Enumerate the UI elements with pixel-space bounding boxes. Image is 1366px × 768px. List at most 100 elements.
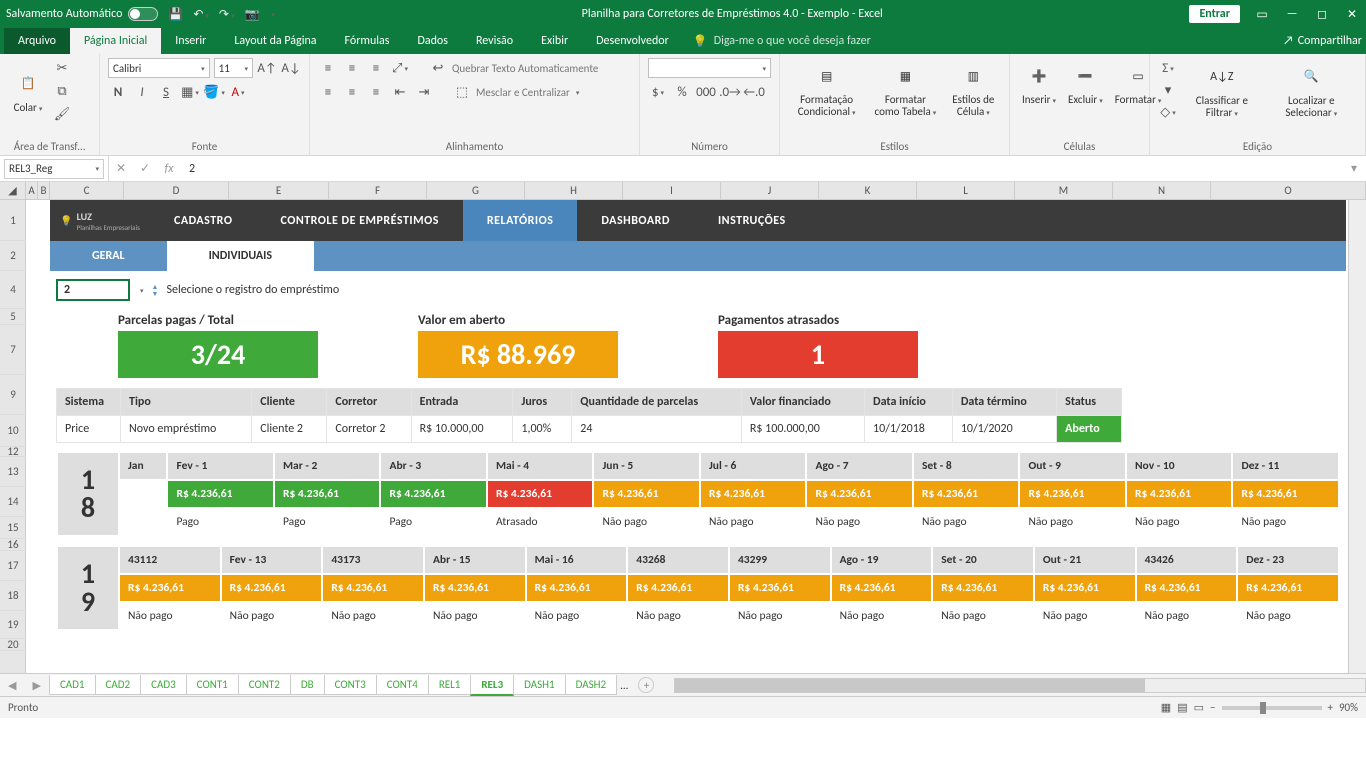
td-status[interactable]: Aberto <box>1057 416 1122 443</box>
mon[interactable]: 43112 <box>119 546 221 574</box>
stat[interactable]: Não pago <box>1237 602 1339 630</box>
register-spinner[interactable]: ▲▼ <box>152 283 159 297</box>
format-painter-icon[interactable]: 🖌 <box>52 104 72 124</box>
view-layout-icon[interactable]: ▤ <box>1177 701 1187 714</box>
row-16[interactable]: 16 <box>0 539 26 551</box>
stat[interactable] <box>119 508 167 536</box>
font-color-button[interactable]: A▾ <box>228 82 248 102</box>
val[interactable]: R$ 4.236,61 <box>119 574 221 602</box>
col-D[interactable]: D <box>124 182 229 199</box>
ribbon-display-icon[interactable]: ▭ <box>1254 7 1270 21</box>
stat[interactable]: Não pago <box>729 602 831 630</box>
zoom-out-icon[interactable]: − <box>1210 701 1215 714</box>
font-name-select[interactable]: Calibri▾ <box>108 58 210 78</box>
find-select-button[interactable]: 🔍Localizar e Selecionar▾ <box>1266 59 1357 121</box>
stat[interactable]: Atrasado <box>487 508 594 536</box>
sheet-tab[interactable]: CONT2 <box>238 675 291 695</box>
sort-filter-button[interactable]: A↓ZClassificar e Filtrar▾ <box>1182 59 1262 121</box>
stat[interactable]: Não pago <box>593 508 700 536</box>
mon[interactable]: 43299 <box>729 546 831 574</box>
mon[interactable]: Ago - 19 <box>831 546 933 574</box>
val[interactable]: R$ 4.236,61 <box>1126 480 1233 508</box>
col-J[interactable]: J <box>721 182 819 199</box>
currency-icon[interactable]: $▾ <box>648 82 668 102</box>
td-juros[interactable]: 1,00% <box>513 416 572 443</box>
row-14[interactable]: 14 <box>0 487 26 517</box>
paste-button[interactable]: 📋 Colar▾ <box>8 66 48 116</box>
cancel-fx-icon[interactable]: ✕ <box>109 161 133 176</box>
maximize-icon[interactable]: ◻ <box>1314 7 1330 21</box>
comma-icon[interactable]: 000 <box>696 82 716 102</box>
orientation-icon[interactable]: ⤢▾ <box>390 58 410 78</box>
mon[interactable]: 43426 <box>1136 546 1238 574</box>
row-9[interactable]: 9 <box>0 375 26 415</box>
stat[interactable]: Não pago <box>424 602 526 630</box>
val[interactable] <box>119 480 167 508</box>
stat[interactable]: Pago <box>380 508 487 536</box>
mon[interactable]: Jan <box>119 452 167 480</box>
autosave-toggle[interactable] <box>128 7 158 21</box>
sheet-tab-active[interactable]: REL3 <box>470 675 514 696</box>
stat[interactable]: Não pago <box>913 508 1020 536</box>
mon[interactable]: Mar - 2 <box>274 452 381 480</box>
col-B[interactable]: B <box>38 182 50 199</box>
autosum-icon[interactable]: Σ▾ <box>1158 58 1178 78</box>
redo-icon[interactable]: ↷▾ <box>219 7 235 22</box>
row-13[interactable]: 13 <box>0 457 26 487</box>
bold-button[interactable]: N <box>108 82 128 102</box>
nav-dashboard[interactable]: DASHBOARD <box>577 200 694 241</box>
stat[interactable]: Pago <box>274 508 381 536</box>
row-10[interactable]: 10 <box>0 415 26 447</box>
sheet-tab[interactable]: CAD3 <box>140 675 187 695</box>
format-table-button[interactable]: ▦Formatar como Tabela▾ <box>869 58 941 120</box>
fill-icon[interactable]: ▾ <box>1158 80 1178 100</box>
sheet-tab[interactable]: CAD2 <box>95 675 142 695</box>
mon[interactable]: Fev - 13 <box>221 546 323 574</box>
mon[interactable]: Set - 8 <box>913 452 1020 480</box>
horizontal-scrollbar[interactable] <box>674 678 1366 693</box>
sheet-tab[interactable]: DB <box>290 675 325 695</box>
td-valorfin[interactable]: R$ 100.000,00 <box>741 416 864 443</box>
mon[interactable]: Jul - 6 <box>700 452 807 480</box>
td-sistema[interactable]: Price <box>57 416 121 443</box>
layout-tab[interactable]: Layout da Página <box>220 28 330 54</box>
val[interactable]: R$ 4.236,61 <box>831 574 933 602</box>
val[interactable]: R$ 4.236,61 <box>806 480 913 508</box>
cell-styles-button[interactable]: ▥Estilos de Célula▾ <box>946 58 1001 120</box>
row-12[interactable]: 12 <box>0 447 26 457</box>
mon[interactable]: Dez - 23 <box>1237 546 1339 574</box>
signin-button[interactable]: Entrar <box>1189 5 1240 23</box>
row-15[interactable]: 15 <box>0 517 26 539</box>
expand-formula-icon[interactable]: ▾ <box>1342 161 1366 176</box>
val[interactable]: R$ 4.236,61 <box>627 574 729 602</box>
inc-decimal-icon[interactable]: .0→ <box>720 82 740 102</box>
sheet-tab[interactable]: CONT1 <box>186 675 239 695</box>
vertical-scrollbar[interactable] <box>1348 200 1366 673</box>
stat[interactable]: Não pago <box>119 602 221 630</box>
decrease-font-icon[interactable]: A↓ <box>281 58 301 78</box>
col-K[interactable]: K <box>819 182 917 199</box>
sheet-tab[interactable]: DASH1 <box>513 675 565 695</box>
col-F[interactable]: F <box>329 182 427 199</box>
td-datafim[interactable]: 10/1/2020 <box>952 416 1056 443</box>
stat[interactable]: Não pago <box>526 602 628 630</box>
minimize-icon[interactable]: — <box>1284 7 1300 21</box>
mon[interactable]: Dez - 11 <box>1232 452 1339 480</box>
number-format-select[interactable]: ▾ <box>648 58 771 78</box>
clear-icon[interactable]: ◇▾ <box>1158 102 1178 122</box>
col-I[interactable]: I <box>623 182 721 199</box>
val[interactable]: R$ 4.236,61 <box>1232 480 1339 508</box>
conditional-format-button[interactable]: ▤Formatação Condicional▾ <box>788 58 865 120</box>
view-pagebreak-icon[interactable]: ▭ <box>1194 701 1204 714</box>
camera-icon[interactable]: 📷 <box>245 7 260 22</box>
col-O[interactable]: O <box>1211 182 1366 199</box>
col-C[interactable]: C <box>50 182 124 199</box>
val[interactable]: R$ 4.236,61 <box>487 480 594 508</box>
dec-indent-icon[interactable]: ⇤ <box>390 82 410 102</box>
col-G[interactable]: G <box>427 182 525 199</box>
stat[interactable]: Não pago <box>1136 602 1238 630</box>
sheet-tab[interactable]: CONT4 <box>376 675 429 695</box>
val[interactable]: R$ 4.236,61 <box>274 480 381 508</box>
mon[interactable]: Ago - 7 <box>806 452 913 480</box>
fill-color-button[interactable]: 🪣▾ <box>204 82 224 102</box>
